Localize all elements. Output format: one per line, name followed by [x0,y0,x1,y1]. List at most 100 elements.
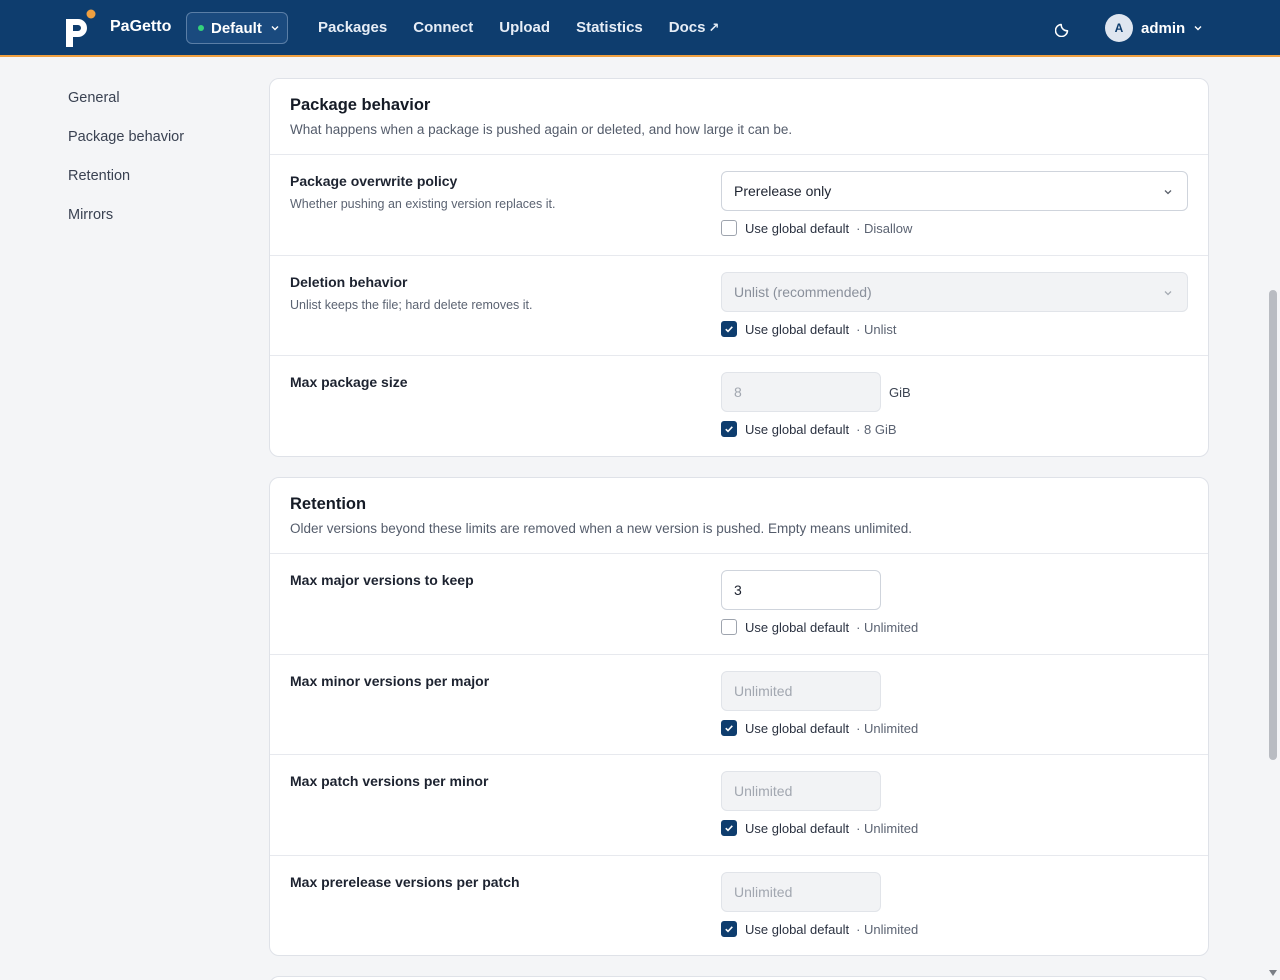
chevron-down-icon [1164,291,1172,296]
sidebar-item-general[interactable]: General [68,89,184,128]
main-nav: Packages Connect Upload Statistics Docs ↗ [318,19,745,36]
global-default-hint: · Disallow [856,220,913,236]
package-behavior-card: Package behavior What happens when a pac… [269,78,1209,457]
global-default-hint: · 8 GiB [856,421,897,437]
setting-label: Max minor versions per major [290,673,490,689]
setting-label: Deletion behavior [290,274,408,290]
feed-selector[interactable]: Default [186,12,288,44]
use-global-label: Use global default [745,619,850,635]
external-link-icon: ↗ [708,19,720,35]
nav-upload[interactable]: Upload [499,19,550,36]
setting-label: Package overwrite policy [290,173,458,189]
card-header: Retention Older versions beyond these li… [270,478,1208,554]
nav-statistics[interactable]: Statistics [576,19,643,36]
use-global-default: Use global default · Unlimited [721,820,918,836]
setting-row-max-size: Max package size GiB Use global default … [270,356,1208,456]
use-global-default: Use global default · Unlimited [721,619,918,635]
sidebar-item-package-behavior[interactable]: Package behavior [68,128,184,167]
global-default-hint: · Unlimited [856,921,919,937]
nav-connect[interactable]: Connect [413,19,473,36]
use-global-checkbox[interactable] [721,321,737,337]
scroll-down-arrow-icon[interactable] [1269,970,1277,976]
checkmark-icon [725,326,733,333]
nav-packages-label: Packages [318,19,388,36]
card-description: Older versions beyond these limits are r… [290,521,913,536]
use-global-label: Use global default [745,720,850,736]
setting-row-max-patch: Max patch versions per minor Use global … [270,755,1208,856]
setting-label: Max patch versions per minor [290,773,489,789]
use-global-default: Use global default · Unlimited [721,720,918,736]
setting-label: Max major versions to keep [290,572,474,588]
nav-docs-label: Docs [668,19,706,36]
max-prerelease-versions-input [721,872,881,912]
chevron-down-icon [271,26,279,31]
use-global-default: Use global default · Disallow [721,220,912,236]
use-global-label: Use global default [745,820,850,836]
card-title: Package behavior [290,96,431,114]
setting-help: Whether pushing an existing version repl… [290,197,556,211]
chevron-down-icon [1194,26,1202,31]
use-global-checkbox[interactable] [721,421,737,437]
use-global-label: Use global default [745,321,850,337]
global-default-hint: · Unlimited [856,720,919,736]
settings-sidebar: General Package behavior Retention Mirro… [68,89,184,245]
use-global-label: Use global default [745,220,850,236]
select-value: Unlist (recommended) [734,284,872,300]
pagetto-logo-icon[interactable] [62,9,98,49]
use-global-checkbox[interactable] [721,820,737,836]
checkmark-icon [725,725,733,732]
nav-packages[interactable]: Packages [318,19,387,36]
scrollbar-thumb[interactable] [1269,290,1277,760]
use-global-checkbox[interactable] [721,619,737,635]
card-title: Retention [290,495,367,513]
deletion-behavior-select: Unlist (recommended) [721,272,1188,312]
checkmark-icon [725,926,733,933]
moon-icon[interactable] [1055,19,1073,37]
global-default-hint: · Unlimited [856,820,919,836]
use-global-default: Use global default · Unlimited [721,921,918,937]
nav-upload-label: Upload [499,19,551,36]
page-scrollbar[interactable] [1266,57,1280,980]
overwrite-policy-select[interactable]: Prerelease only [721,171,1188,211]
mirrors-card-partial [269,976,1209,980]
setting-row-deletion: Deletion behavior Unlist keeps the file;… [270,256,1208,356]
sidebar-item-retention[interactable]: Retention [68,167,184,206]
setting-row-max-major: Max major versions to keep Use global de… [270,554,1208,655]
max-package-size-input [721,372,881,412]
card-description: What happens when a package is pushed ag… [290,122,793,137]
use-global-label: Use global default [745,921,850,937]
card-header: Package behavior What happens when a pac… [270,79,1208,155]
global-default-hint: · Unlist [856,321,897,337]
checkmark-icon [725,825,733,832]
avatar: A [1105,14,1133,42]
setting-row-max-minor: Max minor versions per major Use global … [270,655,1208,755]
setting-label: Max prerelease versions per patch [290,874,520,890]
use-global-default: Use global default · Unlist [721,321,897,337]
setting-row-max-prerelease: Max prerelease versions per patch Use gl… [270,856,1208,955]
chevron-down-icon [1164,190,1172,195]
use-global-label: Use global default [745,421,850,437]
nav-statistics-label: Statistics [576,19,643,36]
use-global-checkbox[interactable] [721,720,737,736]
max-patch-versions-input [721,771,881,811]
sidebar-item-mirrors[interactable]: Mirrors [68,206,184,245]
retention-card: Retention Older versions beyond these li… [269,477,1209,956]
use-global-default: Use global default · 8 GiB [721,421,897,437]
select-value: Prerelease only [734,183,832,199]
setting-row-overwrite: Package overwrite policy Whether pushing… [270,155,1208,256]
size-unit: GiB [889,385,911,400]
max-minor-versions-input [721,671,881,711]
checkmark-icon [725,426,733,433]
global-default-hint: · Unlimited [856,619,919,635]
feed-selector-value: Default [211,19,262,37]
feed-status-dot [198,25,204,31]
top-bar: PaGetto Default Packages Connect Upload … [0,0,1280,57]
use-global-checkbox[interactable] [721,220,737,236]
max-major-versions-input[interactable] [721,570,881,610]
brand-name[interactable]: PaGetto [110,18,171,36]
nav-connect-label: Connect [413,19,474,36]
use-global-checkbox[interactable] [721,921,737,937]
user-menu[interactable]: A admin [1105,14,1203,42]
user-name: admin [1141,19,1186,37]
nav-docs[interactable]: Docs ↗ [669,19,720,36]
